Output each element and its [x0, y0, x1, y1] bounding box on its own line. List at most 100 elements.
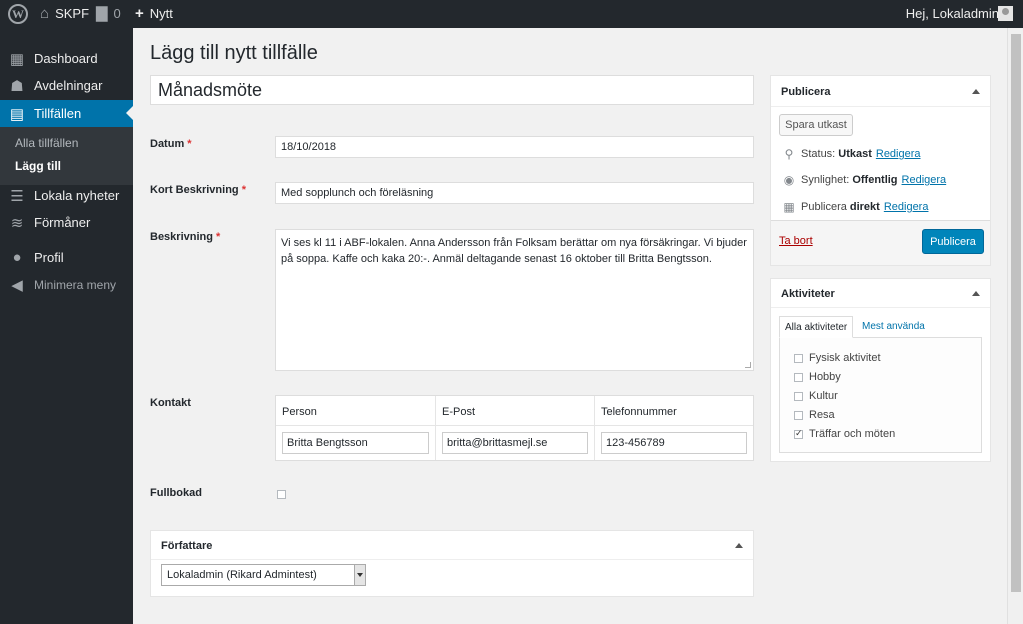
chevron-down-icon[interactable] — [354, 565, 365, 585]
admin-bar: W ⌂ SKPF ▇ 0 + Nytt Hej, Lokaladmin — [0, 0, 1023, 28]
kort-beskrivning-label-text: Kort Beskrivning — [150, 184, 239, 196]
activity-label: Resa — [809, 409, 835, 421]
activity-label: Kultur — [809, 390, 838, 402]
author-select-value: Lokaladmin (Rikard Admintest) — [167, 569, 317, 581]
required-marker: * — [216, 231, 221, 243]
sidebar-item-dashboard[interactable]: ▦ Dashboard — [0, 45, 133, 72]
tab-most-used[interactable]: Mest använda — [857, 316, 930, 338]
sidebar-item-label: Tillfällen — [34, 106, 82, 121]
news-icon: ☰ — [10, 187, 24, 205]
activity-item-resa[interactable]: Resa — [794, 409, 835, 421]
fullbokad-label: Fullbokad — [150, 487, 202, 499]
publish-time-label: Publicera — [801, 201, 847, 213]
beskrivning-textarea[interactable]: Vi ses kl 11 i ABF-lokalen. Anna Anderss… — [275, 229, 754, 371]
submenu-item-all[interactable]: Alla tillfällen — [15, 136, 78, 150]
activity-checkbox[interactable] — [794, 373, 803, 382]
collapse-toggle-icon[interactable] — [735, 543, 743, 548]
comments-link[interactable]: ▇ 0 — [96, 0, 121, 28]
eye-icon: ◉ — [783, 173, 795, 187]
sidebar-item-label: Förmåner — [34, 215, 91, 230]
plus-icon: + — [135, 5, 144, 22]
column-header: Person — [282, 406, 317, 418]
sidebar-item-label: Dashboard — [34, 51, 98, 66]
visibility-value: Offentlig — [852, 174, 898, 186]
tab-all-activities[interactable]: Alla aktiviteter — [779, 316, 854, 338]
admin-sidebar: ▦ Dashboard ☗ Avdelningar ▤ Tillfällen A… — [0, 28, 133, 624]
sidebar-item-avdelningar[interactable]: ☗ Avdelningar — [0, 72, 133, 99]
publish-button[interactable]: Publicera — [922, 229, 984, 254]
activity-item-hobby[interactable]: Hobby — [794, 371, 841, 383]
collapse-toggle-icon[interactable] — [972, 291, 980, 296]
activities-checklist: Fysisk aktivitet Hobby Kultur Resa Träff… — [779, 337, 982, 453]
status-value: Utkast — [838, 148, 872, 160]
beskrivning-label: Beskrivning * — [150, 231, 220, 243]
divider — [151, 559, 753, 560]
edit-publish-time-link[interactable]: Redigera — [884, 201, 929, 213]
visibility-label: Synlighet: — [801, 174, 850, 186]
calendar-icon: ▤ — [9, 105, 25, 123]
datum-input[interactable]: 18/10/2018 — [275, 136, 754, 158]
beskrivning-text: Vi ses kl 11 i ABF-lokalen. Anna Anderss… — [281, 237, 747, 265]
edit-status-link[interactable]: Redigera — [876, 148, 921, 160]
resize-grip-icon[interactable] — [745, 362, 751, 368]
contact-phone-input[interactable]: 123-456789 — [601, 432, 747, 454]
post-title-input[interactable]: Månadsmöte — [150, 75, 754, 105]
activity-label: Fysisk aktivitet — [809, 352, 881, 364]
activity-checkbox[interactable] — [794, 411, 803, 420]
contact-person-input[interactable]: Britta Bengtsson — [282, 432, 429, 454]
column-header: Telefonnummer — [601, 406, 677, 418]
collapse-toggle-icon[interactable] — [972, 89, 980, 94]
sidebar-item-label: Lokala nyheter — [34, 188, 120, 203]
activities-postbox-title: Aktiviteter — [781, 288, 835, 300]
kort-beskrivning-input[interactable]: Med sopplunch och föreläsning — [275, 182, 754, 204]
howdy-label: Hej, Lokaladmin — [905, 6, 999, 21]
visibility-row: ◉ Synlighet: Offentlig Redigera — [781, 173, 946, 187]
publish-postbox: Publicera Spara utkast ⚲ Status: Utkast … — [770, 75, 991, 266]
pin-icon: ⚲ — [784, 147, 794, 161]
move-to-trash-link[interactable]: Ta bort — [779, 235, 813, 247]
author-select[interactable]: Lokaladmin (Rikard Admintest) — [161, 564, 366, 586]
activity-checkbox[interactable] — [794, 428, 803, 439]
avatar[interactable] — [998, 6, 1013, 21]
publish-time-row: ▦ Publicera direkt Redigera — [781, 200, 928, 214]
sidebar-item-tillfallen[interactable]: ▤ Tillfällen — [0, 100, 133, 127]
fullbokad-checkbox[interactable] — [277, 490, 286, 499]
activity-label: Träffar och möten — [809, 428, 896, 440]
page-scrollbar[interactable] — [1007, 28, 1023, 624]
dashboard-icon: ▦ — [9, 50, 25, 68]
save-draft-button[interactable]: Spara utkast — [779, 114, 853, 136]
activity-label: Hobby — [809, 371, 841, 383]
collapse-menu-button[interactable]: ◀ Minimera meny — [0, 271, 133, 298]
user-icon: ● — [12, 249, 22, 266]
sidebar-item-profil[interactable]: ● Profil — [0, 244, 133, 271]
author-postbox-title: Författare — [161, 540, 213, 552]
submenu-item-add-new[interactable]: Lägg till — [15, 159, 61, 173]
required-marker: * — [187, 138, 192, 150]
contact-email-input[interactable]: britta@brittasmejl.se — [442, 432, 588, 454]
comment-bubble-icon: ▇ — [96, 5, 108, 22]
status-label: Status: — [801, 148, 836, 160]
divider — [771, 307, 990, 308]
wordpress-logo-button[interactable]: W — [8, 0, 28, 28]
datum-label-text: Datum — [150, 138, 185, 150]
edit-visibility-link[interactable]: Redigera — [902, 174, 947, 186]
account-menu[interactable]: Hej, Lokaladmin — [906, 0, 999, 28]
sidebar-item-formaner[interactable]: ≋ Förmåner — [0, 209, 133, 236]
contact-column-person: Person Britta Bengtsson — [276, 396, 436, 460]
publish-time-value: direkt — [849, 201, 880, 213]
contact-column-phone: Telefonnummer 123-456789 — [595, 396, 753, 460]
benefits-icon: ≋ — [10, 214, 24, 232]
sidebar-item-label: Avdelningar — [34, 78, 103, 93]
activity-item-kultur[interactable]: Kultur — [794, 390, 838, 402]
activity-checkbox[interactable] — [794, 354, 803, 363]
home-icon: ⌂ — [40, 5, 50, 22]
activity-item-traffar[interactable]: Träffar och möten — [794, 428, 895, 440]
new-content-label: Nytt — [149, 6, 173, 21]
activity-item-fysisk[interactable]: Fysisk aktivitet — [794, 352, 881, 364]
site-name-label: SKPF — [55, 6, 90, 21]
scrollbar-thumb[interactable] — [1011, 34, 1021, 592]
site-name-link[interactable]: ⌂ SKPF — [40, 0, 89, 28]
new-content-button[interactable]: + Nytt — [135, 0, 173, 28]
activity-checkbox[interactable] — [794, 392, 803, 401]
sidebar-item-lokala-nyheter[interactable]: ☰ Lokala nyheter — [0, 182, 133, 209]
